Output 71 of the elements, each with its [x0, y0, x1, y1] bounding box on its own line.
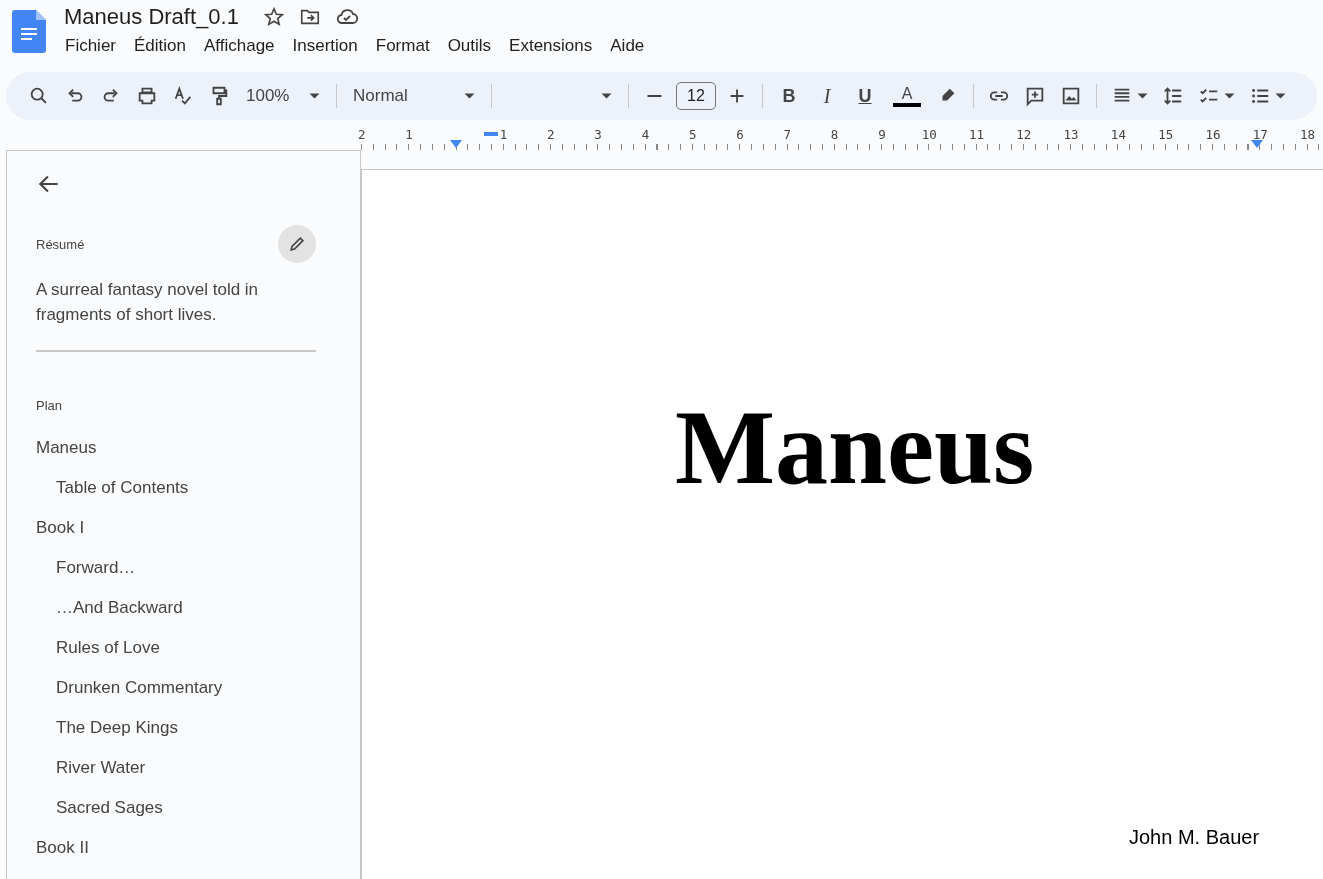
ruler-number: 15 — [1158, 128, 1174, 142]
menu-item[interactable]: Affichage — [195, 34, 284, 58]
menu-item[interactable]: Outils — [438, 34, 501, 58]
italic-button[interactable]: I — [811, 80, 843, 112]
ruler-number: 7 — [783, 128, 792, 142]
caret-icon — [464, 93, 475, 99]
first-line-indent-marker[interactable] — [484, 132, 498, 136]
ruler-number: 17 — [1252, 128, 1268, 142]
pencil-icon — [287, 234, 307, 254]
caret-icon — [1137, 93, 1148, 99]
zoom-dropdown[interactable]: 100% — [240, 82, 326, 110]
summary-text: A surreal fantasy novel told in fragments of short lives. — [36, 279, 260, 326]
outline-item[interactable]: Forward… — [56, 558, 136, 577]
menu-item[interactable]: Édition — [125, 34, 195, 58]
ruler-number: 12 — [1016, 128, 1032, 142]
document-heading: Maneus — [675, 388, 1035, 508]
caret-icon — [1275, 93, 1286, 99]
style-dropdown[interactable]: Normal — [347, 82, 481, 110]
ruler-number: 9 — [878, 128, 886, 142]
ruler-number: 13 — [1063, 128, 1079, 142]
caret-icon — [1224, 93, 1235, 99]
right-margin-marker[interactable] — [1251, 140, 1263, 148]
outline-item[interactable]: Table of Contents — [56, 478, 189, 497]
outline-item[interactable]: Maneus — [36, 438, 97, 457]
outline-item[interactable]: Sacred Sages — [56, 798, 163, 817]
menu-item[interactable]: Insertion — [283, 34, 367, 58]
outline-item[interactable]: The Deep Kings — [56, 718, 178, 737]
font-size-field[interactable]: 12 — [676, 82, 716, 110]
text-color-button[interactable]: A — [887, 81, 927, 111]
outline-item[interactable]: Drunken Commentary — [56, 678, 223, 697]
author-name: John M. Bauer — [1129, 826, 1260, 849]
ruler-number: 1 — [405, 128, 413, 142]
ruler-number: 3 — [594, 128, 602, 142]
outline-item[interactable]: Rules of Love — [56, 638, 160, 657]
outline-item[interactable]: …And Backward — [56, 598, 183, 617]
ruler-number: 5 — [688, 128, 697, 142]
ruler-number: 1 — [499, 128, 508, 142]
print-icon — [136, 85, 158, 107]
ruler-number: 18 — [1300, 128, 1316, 142]
docs-logo-icon[interactable] — [12, 10, 46, 53]
menu-item[interactable]: Format — [366, 34, 439, 58]
edit-summary-button[interactable] — [278, 225, 316, 263]
outline-item[interactable]: Book II — [36, 838, 89, 857]
menu-item[interactable]: Extensions — [500, 34, 602, 58]
ruler-number: 11 — [968, 128, 985, 142]
ruler-number: 4 — [641, 128, 650, 142]
summary-label: Résumé — [36, 236, 85, 252]
menu-item[interactable]: Aide — [601, 34, 654, 58]
caret-icon — [601, 93, 612, 99]
ruler-number: 2 — [547, 128, 555, 142]
image-icon — [1060, 85, 1082, 107]
bold-button[interactable]: B — [773, 80, 805, 112]
outline-item[interactable]: Book I — [36, 518, 85, 537]
outline-item[interactable]: River Water — [56, 758, 146, 777]
caret-icon — [309, 93, 320, 99]
ruler-number: 2 — [357, 128, 366, 142]
underline-button[interactable]: U — [849, 80, 881, 112]
ruler-number: 10 — [921, 128, 937, 142]
line-spacing-icon — [1162, 85, 1184, 107]
add-comment-icon — [1024, 85, 1046, 107]
left-margin-marker[interactable] — [450, 140, 462, 148]
ruler-number: 14 — [1110, 128, 1126, 142]
spellcheck-icon — [172, 85, 194, 107]
ruler-number: 6 — [736, 128, 744, 142]
document-title[interactable]: Maneus Draft_0.1 — [64, 4, 239, 30]
menu-item[interactable]: Fichier — [56, 34, 125, 58]
outline-label: Plan — [36, 398, 64, 413]
ruler-number: 8 — [830, 128, 839, 142]
document-page[interactable]: Maneus John M. Bauer — [361, 169, 1323, 879]
ruler-number: 16 — [1205, 128, 1221, 142]
star-icon — [262, 6, 285, 28]
